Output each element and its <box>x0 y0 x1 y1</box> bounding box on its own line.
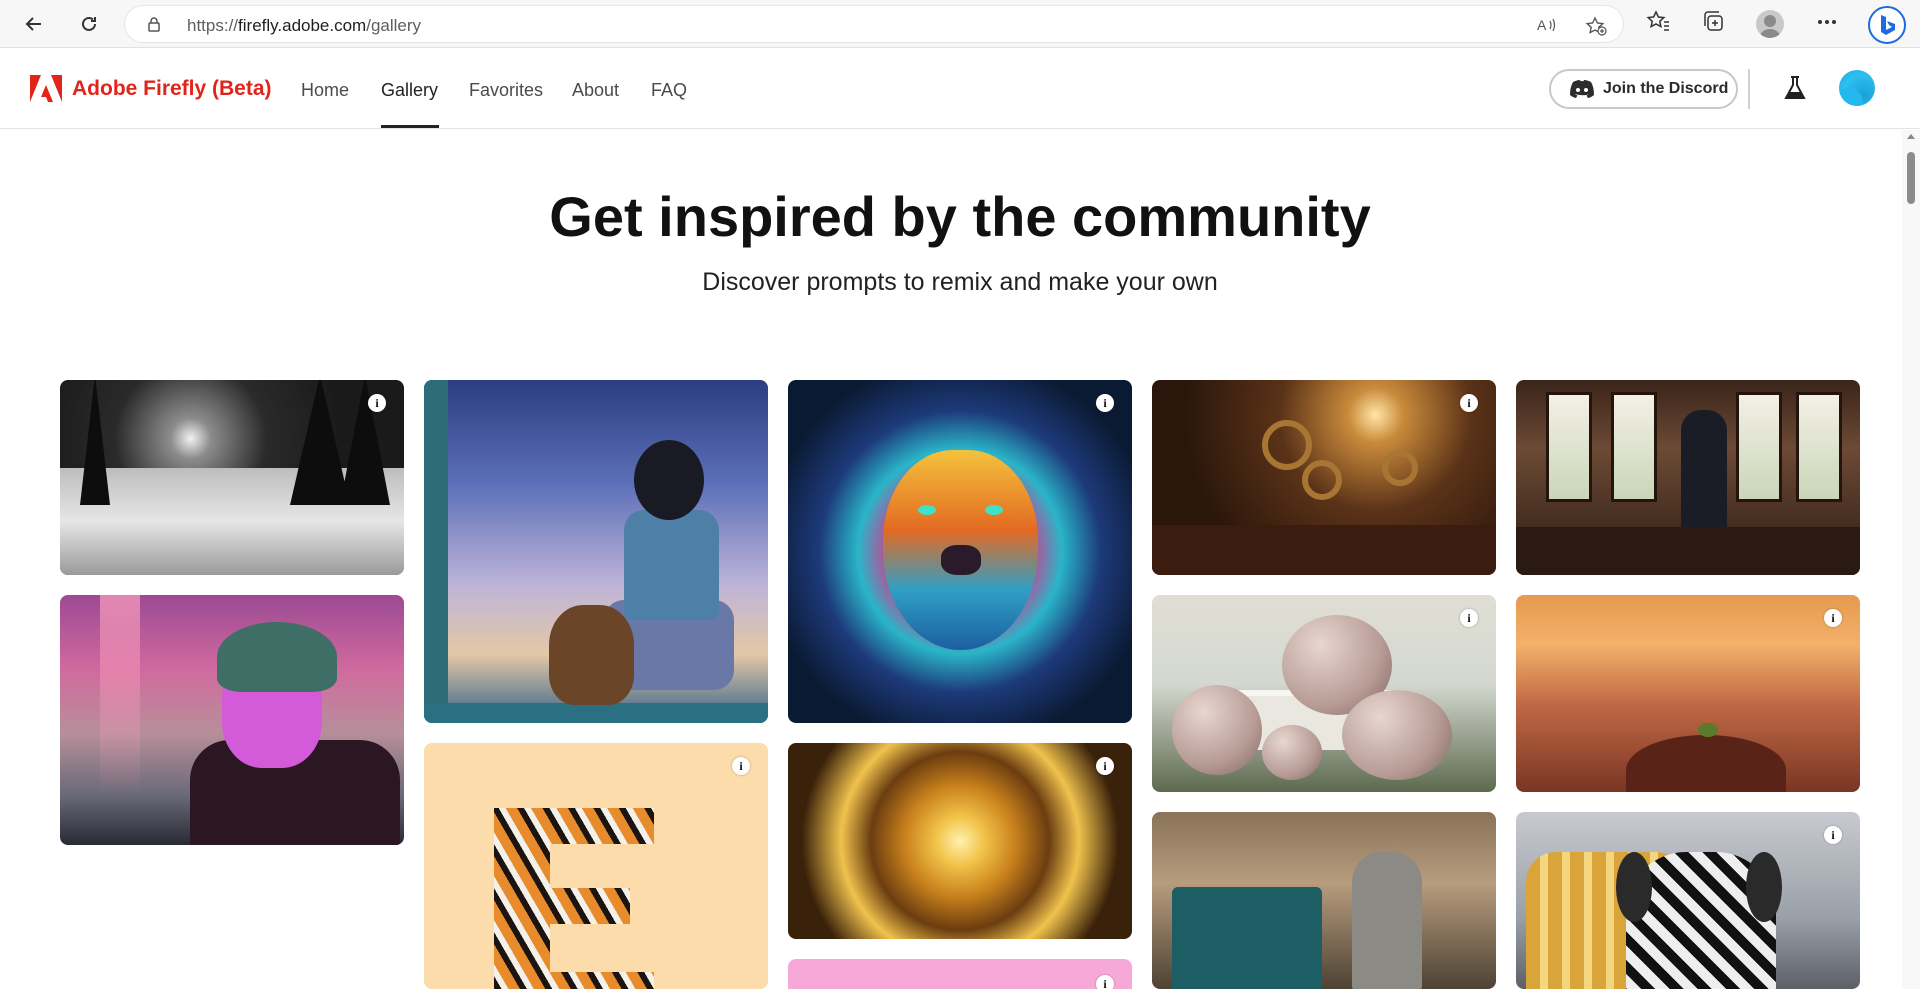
image-fill <box>290 380 350 505</box>
gallery-card-steampunk-room[interactable]: i <box>1152 380 1496 575</box>
collections-icon[interactable] <box>1702 10 1726 37</box>
image-fill <box>1342 690 1452 780</box>
gallery-card-person-window[interactable] <box>1516 380 1860 575</box>
image-fill <box>424 380 448 723</box>
image-fill <box>1611 392 1657 502</box>
lock-icon[interactable] <box>147 16 161 37</box>
refresh-icon[interactable] <box>73 8 105 40</box>
image-fill <box>985 505 1003 515</box>
image-fill <box>624 510 719 620</box>
join-discord-label: Join the Discord <box>1603 80 1729 97</box>
info-icon[interactable]: i <box>1096 975 1114 989</box>
gallery-card-neon-portrait[interactable] <box>60 595 404 845</box>
gallery-card-child-stars[interactable] <box>424 380 768 723</box>
image-fill <box>634 440 704 520</box>
join-discord-button[interactable]: Join the Discord <box>1549 69 1738 109</box>
app-header: Adobe Firefly (Beta) Home Gallery Favori… <box>0 49 1920 129</box>
gallery-card-kaleidoscope[interactable]: i <box>788 743 1132 939</box>
bing-chat-icon[interactable] <box>1868 6 1906 44</box>
url-text: https://firefly.adobe.com/gallery <box>187 16 421 36</box>
scroll-up-icon[interactable] <box>1907 134 1915 139</box>
svg-text:A: A <box>1537 17 1547 33</box>
gallery-card-zebra[interactable]: i <box>1516 812 1860 989</box>
image-fill <box>1262 725 1322 780</box>
favorites-icon[interactable] <box>1646 10 1670 37</box>
favorite-add-icon[interactable] <box>1585 16 1607 41</box>
info-icon[interactable]: i <box>1460 609 1478 627</box>
image-fill <box>1516 527 1860 575</box>
read-aloud-icon[interactable]: A <box>1537 16 1559 39</box>
image-fill <box>1352 852 1422 989</box>
image-fill <box>1172 685 1262 775</box>
image-fill <box>494 808 654 989</box>
image-fill <box>1152 525 1496 575</box>
browser-toolbar: https://firefly.adobe.com/gallery A <box>0 0 1920 48</box>
image-fill <box>1616 852 1652 922</box>
image-fill <box>424 703 768 723</box>
image-fill <box>100 595 140 795</box>
image-fill <box>1302 460 1342 500</box>
image-fill <box>1698 723 1718 737</box>
url-host: firefly.adobe.com <box>238 16 367 35</box>
flask-icon[interactable] <box>1783 75 1807 106</box>
image-fill <box>1262 420 1312 470</box>
address-bar[interactable]: https://firefly.adobe.com/gallery A <box>124 5 1624 43</box>
image-fill <box>1546 392 1592 502</box>
gallery-card-fuzzy-spheres[interactable]: i <box>1152 595 1496 792</box>
url-prefix: https:// <box>187 16 239 35</box>
image-fill <box>1172 887 1322 989</box>
gallery-card-snowy-forest[interactable]: i <box>60 380 404 575</box>
gallery-card-pink[interactable]: i <box>788 959 1132 989</box>
brand-name: Adobe Firefly (Beta) <box>72 77 272 100</box>
tab-about[interactable]: About <box>572 80 619 101</box>
gallery-card-desert-sprout[interactable]: i <box>1516 595 1860 792</box>
tab-favorites[interactable]: Favorites <box>469 80 543 101</box>
image-fill <box>1736 392 1782 502</box>
gallery-card-piano[interactable] <box>1152 812 1496 989</box>
adobe-logo[interactable]: Adobe Firefly (Beta) <box>30 75 272 103</box>
header-divider <box>1748 69 1750 109</box>
image-fill <box>1626 735 1786 792</box>
info-icon[interactable]: i <box>1096 757 1114 775</box>
tab-gallery[interactable]: Gallery <box>381 80 438 101</box>
image-fill <box>217 622 337 692</box>
info-icon[interactable]: i <box>1460 394 1478 412</box>
discord-icon <box>1570 80 1594 98</box>
tab-home[interactable]: Home <box>301 80 349 101</box>
back-icon[interactable] <box>18 8 50 40</box>
active-tab-indicator <box>381 125 439 128</box>
page-scrollbar[interactable] <box>1902 130 1920 989</box>
image-fill <box>1681 410 1727 530</box>
image-fill <box>80 380 110 505</box>
image-fill <box>549 605 634 705</box>
page-subtitle: Discover prompts to remix and make your … <box>702 268 1218 296</box>
info-icon[interactable]: i <box>1824 826 1842 844</box>
image-fill <box>918 505 936 515</box>
tab-faq[interactable]: FAQ <box>651 80 687 101</box>
image-fill <box>941 545 981 575</box>
info-icon[interactable]: i <box>732 757 750 775</box>
user-avatar[interactable] <box>1839 70 1875 106</box>
url-path: /gallery <box>366 16 422 35</box>
info-icon[interactable]: i <box>1096 394 1114 412</box>
image-fill <box>1796 392 1842 502</box>
image-fill <box>1382 450 1418 486</box>
gallery-card-tiger-letter[interactable]: i <box>424 743 768 989</box>
page-title: Get inspired by the community <box>549 185 1371 248</box>
more-options-icon[interactable] <box>1816 14 1838 35</box>
profile-icon[interactable] <box>1756 10 1784 38</box>
image-fill <box>604 440 734 690</box>
gallery-card-psychedelic-lion[interactable]: i <box>788 380 1132 723</box>
info-icon[interactable]: i <box>1824 609 1842 627</box>
adobe-logo-icon <box>30 75 62 102</box>
image-fill <box>1746 852 1782 922</box>
info-icon[interactable]: i <box>368 394 386 412</box>
